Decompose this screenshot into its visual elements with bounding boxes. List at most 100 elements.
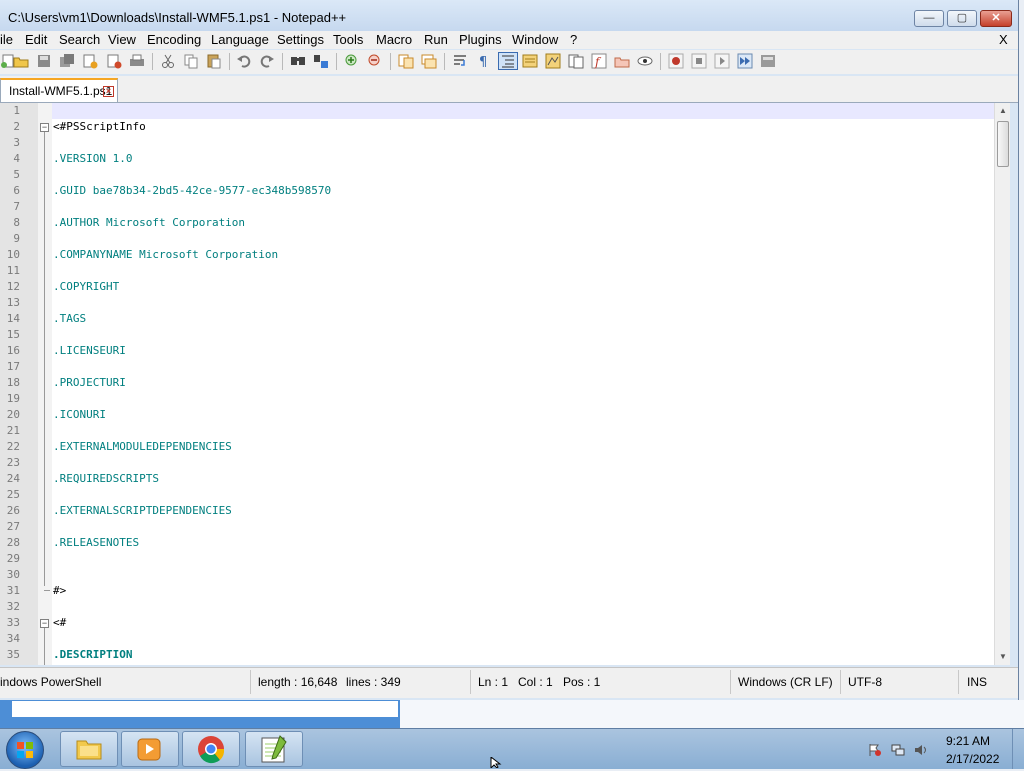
tab-install-wmf[interactable]: Install-WMF5.1.ps1 × — [0, 78, 118, 102]
save-macro-icon[interactable] — [760, 53, 776, 69]
fold-collapse-icon[interactable]: − — [40, 619, 49, 628]
volume-icon[interactable] — [914, 743, 928, 757]
menu-bar: ile Edit Search View Encoding Language S… — [0, 31, 1018, 49]
line-number: 12 — [6, 280, 20, 293]
stop-recording-icon[interactable] — [691, 53, 707, 69]
code-line: .COPYRIGHT — [53, 280, 120, 293]
scroll-down-arrow-icon[interactable]: ▼ — [997, 651, 1009, 663]
close-button[interactable]: ✕ — [980, 10, 1012, 27]
menu-plugins[interactable]: Plugins — [459, 32, 502, 47]
menu-tools[interactable]: Tools — [333, 32, 363, 47]
indent-guide-icon[interactable] — [498, 52, 518, 70]
cut-icon[interactable] — [160, 53, 176, 69]
notepadpp-icon — [261, 735, 287, 763]
menu-search[interactable]: Search — [59, 32, 100, 47]
menu-language[interactable]: Language — [211, 32, 269, 47]
status-separator — [250, 670, 251, 694]
menu-view[interactable]: View — [108, 32, 136, 47]
line-number: 11 — [6, 264, 20, 277]
function-list-icon[interactable]: f — [591, 53, 607, 69]
status-ln: Ln : 1 — [478, 675, 509, 689]
paste-icon[interactable] — [206, 53, 222, 69]
show-desktop-button[interactable] — [1012, 729, 1024, 769]
zoom-out-icon[interactable] — [367, 53, 383, 69]
maximize-button[interactable]: ▢ — [947, 10, 977, 27]
save-icon[interactable] — [36, 53, 52, 69]
line-number: 20 — [6, 408, 20, 421]
save-all-icon[interactable] — [59, 53, 75, 69]
line-number: 35 — [6, 648, 20, 661]
user-defined-language-icon[interactable] — [522, 53, 538, 69]
menu-macro[interactable]: Macro — [376, 32, 412, 47]
minimize-icon: — — [923, 12, 935, 24]
print-icon[interactable] — [129, 53, 145, 69]
action-center-flag-icon[interactable] — [868, 743, 882, 757]
record-macro-icon[interactable] — [668, 53, 684, 69]
menu-window[interactable]: Window — [512, 32, 558, 47]
network-icon[interactable] — [891, 743, 905, 757]
line-number: 16 — [6, 344, 20, 357]
vertical-scrollbar[interactable]: ▲ ▼ — [994, 103, 1010, 665]
menu-edit[interactable]: Edit — [25, 32, 47, 47]
menu-file[interactable]: ile — [0, 32, 13, 47]
minimize-button[interactable]: — — [914, 10, 944, 27]
code-line: .COMPANYNAME Microsoft Corporation — [53, 248, 279, 261]
line-number: 25 — [6, 488, 20, 501]
status-eol: Windows (CR LF) — [738, 675, 833, 689]
toolbar-separator — [282, 53, 283, 70]
close-document-button[interactable]: X — [999, 32, 1008, 47]
taskbar-chrome[interactable] — [182, 731, 240, 767]
taskbar-file-explorer[interactable] — [60, 731, 118, 767]
start-button[interactable] — [6, 731, 44, 769]
fold-collapse-icon[interactable]: − — [40, 123, 49, 132]
line-number: 33 — [6, 616, 20, 629]
document-list-icon[interactable] — [568, 53, 584, 69]
line-number: 31 — [6, 584, 20, 597]
show-all-characters-icon[interactable]: ¶ — [475, 53, 491, 69]
clock-time[interactable]: 9:21 AM — [946, 734, 990, 748]
copy-icon[interactable] — [183, 53, 199, 69]
title-bar[interactable]: C:\Users\vm1\Downloads\Install-WMF5.1.ps… — [0, 0, 1018, 34]
close-file-icon[interactable] — [82, 53, 98, 69]
toolbar-separator — [444, 53, 445, 70]
code-line: #> — [53, 584, 67, 597]
open-file-icon[interactable] — [13, 53, 29, 69]
menu-encoding[interactable]: Encoding — [147, 32, 201, 47]
menu-help[interactable]: ? — [570, 32, 577, 47]
chrome-icon — [198, 736, 225, 764]
scroll-up-arrow-icon[interactable]: ▲ — [997, 105, 1009, 117]
taskbar-notepadpp[interactable] — [245, 731, 303, 767]
taskbar-media-player[interactable] — [121, 731, 179, 767]
tab-close-icon[interactable]: × — [103, 86, 114, 97]
close-all-icon[interactable] — [106, 53, 122, 69]
run-macro-multiple-icon[interactable] — [737, 53, 753, 69]
sync-vertical-icon[interactable] — [398, 53, 414, 69]
editor-area[interactable]: 1 2 3 4 5 6 7 8 9 10 11 12 13 14 15 16 17 18 19 20 21 22 23 24 2… — [0, 103, 1010, 665]
word-wrap-icon[interactable] — [452, 53, 468, 69]
playback-macro-icon[interactable] — [714, 53, 730, 69]
status-length: length : 16,648 — [258, 675, 338, 689]
line-number: 13 — [6, 296, 20, 309]
menu-run[interactable]: Run — [424, 32, 448, 47]
redo-icon[interactable] — [259, 53, 275, 69]
replace-icon[interactable] — [313, 53, 329, 69]
line-number: 19 — [6, 392, 20, 405]
status-separator — [470, 670, 471, 694]
sync-horizontal-icon[interactable] — [421, 53, 437, 69]
undo-icon[interactable] — [236, 53, 252, 69]
zoom-in-icon[interactable] — [344, 53, 360, 69]
menu-settings[interactable]: Settings — [277, 32, 324, 47]
folder-as-workspace-icon[interactable] — [614, 53, 630, 69]
code-line: <# — [53, 616, 67, 629]
code-line: .ICONURI — [53, 408, 106, 421]
window-title: C:\Users\vm1\Downloads\Install-WMF5.1.ps… — [8, 10, 347, 25]
clock-date[interactable]: 2/17/2022 — [946, 752, 999, 766]
scrollbar-thumb[interactable] — [997, 121, 1009, 167]
find-icon[interactable] — [290, 53, 306, 69]
monitoring-icon[interactable] — [637, 53, 653, 69]
document-map-icon[interactable] — [545, 53, 561, 69]
fold-line — [44, 132, 45, 586]
maximize-icon: ▢ — [956, 12, 968, 24]
line-number: 18 — [6, 376, 20, 389]
status-separator — [730, 670, 731, 694]
